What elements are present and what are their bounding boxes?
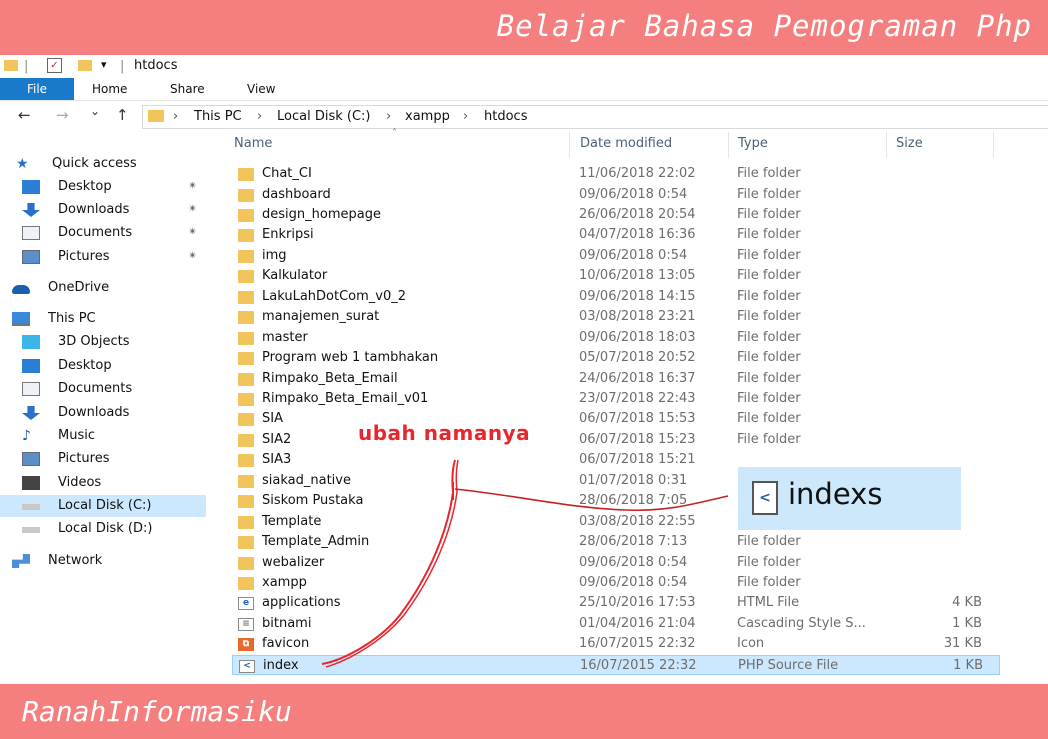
banner-site-name: RanahInformasiku [22, 695, 292, 728]
bottom-banner: RanahInformasiku [0, 684, 1048, 739]
annotation-arrow [321, 459, 729, 668]
